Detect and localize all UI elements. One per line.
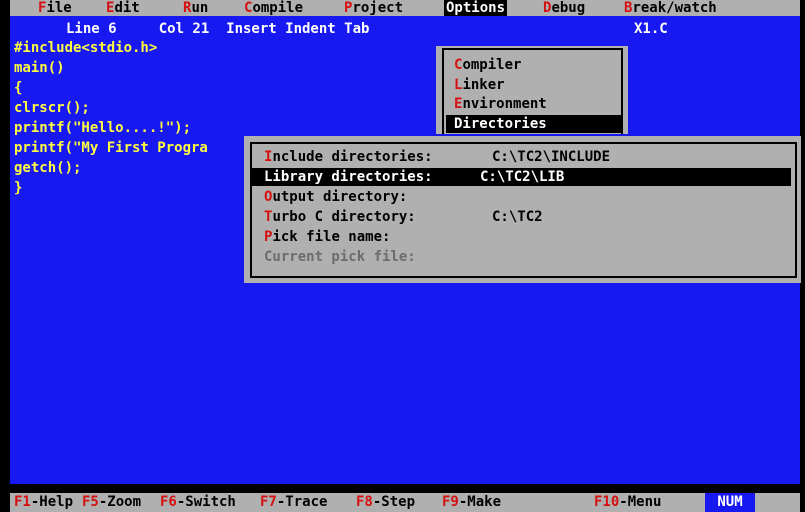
code-line[interactable]: { (14, 80, 22, 96)
fkey-zoom[interactable]: F5-Zoom (82, 493, 141, 512)
menu-file[interactable]: File (38, 0, 72, 16)
options-dropdown: Compiler Linker Environment Directories (436, 46, 628, 134)
directories-dialog: Include directories: C:\TC2\INCLUDE Libra… (244, 136, 801, 283)
menu-bar: File Edit Run Compile Project Options De… (0, 0, 805, 16)
menu-break-watch[interactable]: Break/watch (624, 0, 717, 16)
menu-edit[interactable]: Edit (106, 0, 140, 16)
menu-project[interactable]: Project (344, 0, 403, 16)
code-line[interactable]: } (14, 180, 22, 196)
options-item-linker[interactable]: Linker (454, 76, 505, 94)
code-line[interactable]: #include<stdio.h> (14, 40, 157, 56)
dir-item-current-pick-file: Current pick file: (264, 249, 416, 265)
code-line[interactable]: main() (14, 60, 65, 76)
function-key-bar: F1-Help F5-Zoom F6-Switch F7-Trace F8-St… (10, 493, 800, 512)
num-lock-indicator: NUM (705, 493, 755, 512)
fkey-step[interactable]: F8-Step (356, 493, 415, 512)
dir-item-output[interactable]: Output directory: (264, 188, 407, 206)
fkey-help[interactable]: F1-Help (14, 493, 73, 512)
menu-compile[interactable]: Compile (244, 0, 303, 16)
dir-value-include: C:\TC2\INCLUDE (492, 149, 611, 165)
menu-bar-background: File Edit Run Compile Project Options De… (10, 0, 800, 16)
editor-filename: X1.C (634, 21, 668, 37)
editor-status-line: Line 6 Col 21 Insert Indent Tab (66, 21, 370, 37)
code-line[interactable]: clrscr(); (14, 100, 90, 116)
options-item-directories[interactable]: Directories (446, 115, 622, 133)
dir-item-library[interactable]: Library directories: C:\TC2\LIB (252, 168, 791, 186)
code-line[interactable]: printf("My First Progra (14, 140, 208, 156)
code-line[interactable]: getch(); (14, 160, 81, 176)
fkey-menu[interactable]: F10-Menu (594, 493, 661, 512)
code-line[interactable]: printf("Hello....!"); (14, 120, 191, 136)
options-item-compiler[interactable]: Compiler (454, 56, 521, 74)
dir-value-library: C:\TC2\LIB (480, 169, 565, 185)
menu-run[interactable]: Run (183, 0, 208, 16)
dir-item-include[interactable]: Include directories: C:\TC2\INCLUDE (264, 148, 610, 166)
menu-debug[interactable]: Debug (543, 0, 585, 16)
dir-value-turbo-c: C:\TC2 (492, 209, 543, 225)
fkey-switch[interactable]: F6-Switch (160, 493, 236, 512)
menu-options[interactable]: Options (444, 0, 508, 16)
dir-item-pick-file-name[interactable]: Pick file name: (264, 228, 390, 246)
options-item-environment[interactable]: Environment (454, 95, 547, 113)
fkey-make[interactable]: F9-Make (442, 493, 501, 512)
fkey-trace[interactable]: F7-Trace (260, 493, 327, 512)
dir-item-turbo-c[interactable]: Turbo C directory: C:\TC2 (264, 208, 543, 226)
